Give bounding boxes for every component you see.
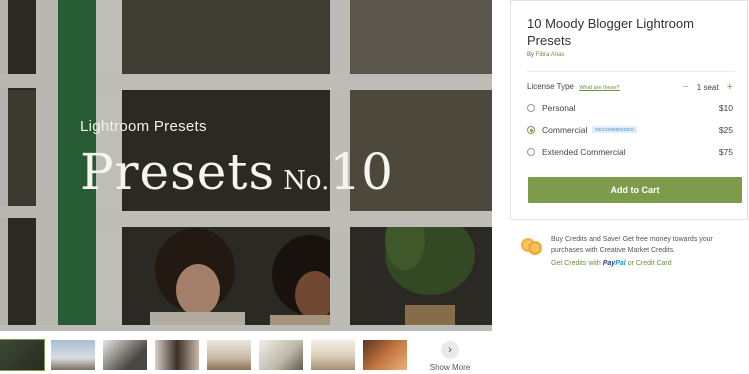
byline-prefix: By [527, 52, 535, 58]
hero-title-main: Presets [80, 143, 276, 201]
show-more-label: Show More [429, 363, 471, 372]
option-price: $10 [718, 103, 733, 113]
product-title: 10 Moody Blogger Lightroom Presets [527, 16, 694, 48]
purchase-panel: 10 Moody Blogger Lightroom Presets By Fi… [510, 0, 748, 220]
thumbnail-4[interactable] [155, 340, 199, 370]
radio-commercial[interactable] [527, 126, 535, 134]
hero-title-no: No. [283, 166, 330, 196]
product-hero-image[interactable]: Lightroom Presets Presets No.10 [0, 0, 492, 331]
recommended-badge: RECOMMENDED [592, 126, 637, 133]
thumbnail-6[interactable] [259, 340, 303, 370]
hero-title: Presets No.10 [80, 143, 393, 201]
paypal-logo: PayPal [603, 260, 626, 267]
what-are-these-link[interactable]: What are these? [579, 85, 619, 91]
chevron-right-icon: › [441, 341, 459, 359]
radio-extended-commercial[interactable] [527, 148, 535, 156]
divider [527, 71, 735, 72]
seat-stepper: − 1 seat + [682, 81, 733, 93]
option-price: $75 [718, 147, 733, 157]
hero-title-number: 10 [329, 143, 393, 201]
get-credits-prefix: Get Credits with [551, 260, 601, 267]
thumbnail-7[interactable] [311, 340, 355, 370]
option-name-text: Commercial [542, 125, 588, 135]
show-more-button[interactable]: › Show More [428, 341, 472, 372]
credits-promo-text: Buy Credits and Save! Get free money tow… [551, 236, 713, 254]
radio-personal[interactable] [527, 104, 535, 112]
seat-minus-button[interactable]: − [682, 81, 688, 93]
author-link[interactable]: Fibra Anas [536, 52, 565, 58]
option-name: Personal [542, 103, 576, 113]
hero-subtitle: Lightroom Presets [80, 118, 207, 135]
seat-value: 1 seat [696, 82, 719, 92]
seat-plus-button[interactable]: + [727, 81, 733, 93]
license-type-label: License Type [527, 82, 574, 91]
license-type-row: License Type What are these? [527, 82, 620, 91]
license-option-extended-commercial[interactable]: Extended Commercial $75 [527, 146, 733, 160]
option-name: Commercial RECOMMENDED [542, 125, 637, 135]
thumbnail-3[interactable] [103, 340, 147, 370]
get-credits-suffix: or Credit Card [627, 260, 672, 267]
license-option-commercial[interactable]: Commercial RECOMMENDED $25 [527, 124, 733, 138]
option-price: $25 [718, 125, 733, 135]
get-credits-link[interactable]: Get Credits with PayPal or Credit Card [551, 260, 672, 267]
thumbnail-2[interactable] [51, 340, 95, 370]
product-byline: By Fibra Anas [527, 52, 564, 58]
thumbnail-5[interactable] [207, 340, 251, 370]
add-to-cart-button[interactable]: Add to Cart [528, 177, 742, 203]
paypal-pay: Pay [602, 260, 616, 267]
paypal-pal: Pal [615, 260, 626, 267]
coins-icon [521, 238, 542, 255]
thumbnail-1[interactable] [0, 339, 45, 371]
option-name: Extended Commercial [542, 147, 626, 157]
thumbnail-8[interactable] [363, 340, 407, 370]
license-option-personal[interactable]: Personal $10 [527, 102, 733, 116]
